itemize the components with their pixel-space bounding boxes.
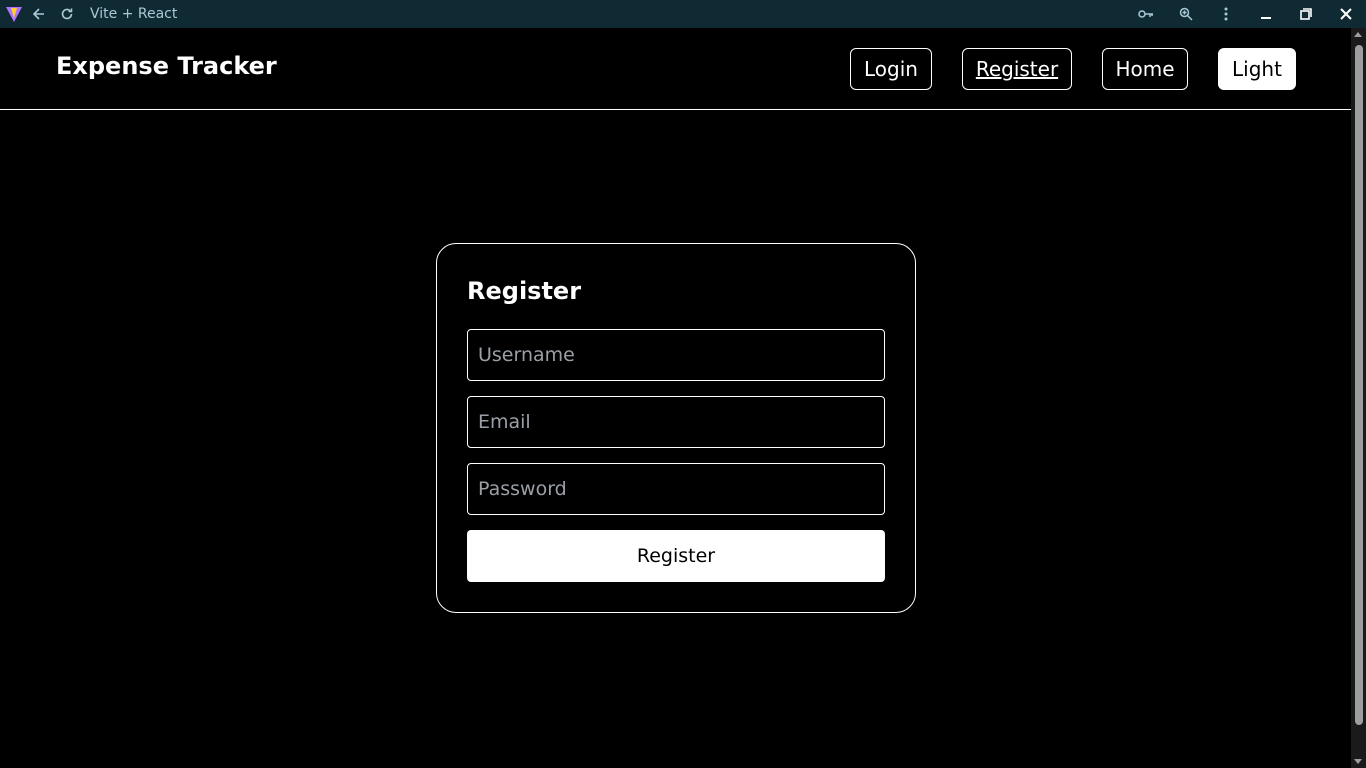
- register-submit-button[interactable]: Register: [467, 530, 885, 582]
- scroll-up-arrow-icon[interactable]: [1354, 32, 1362, 37]
- register-card: Register Register: [436, 243, 916, 613]
- browser-toolbar: Vite + React: [0, 0, 1366, 28]
- page-scrollbar[interactable]: [1351, 28, 1366, 768]
- password-key-button[interactable]: [1126, 0, 1166, 28]
- username-input[interactable]: [467, 329, 885, 381]
- back-icon: [32, 8, 44, 20]
- login-link[interactable]: Login: [850, 48, 932, 90]
- password-input[interactable]: [467, 463, 885, 515]
- maximize-button[interactable]: [1286, 0, 1326, 28]
- back-button[interactable]: [25, 0, 53, 28]
- scrollbar-thumb[interactable]: [1355, 45, 1363, 725]
- minimize-button[interactable]: [1246, 0, 1286, 28]
- zoom-icon: [1179, 7, 1193, 21]
- minimize-icon: [1261, 17, 1271, 19]
- vite-logo-icon: [3, 3, 25, 25]
- scroll-down-arrow-icon[interactable]: [1354, 759, 1362, 764]
- menu-icon: [1224, 7, 1228, 21]
- page-viewport: Expense Tracker Login Register Home Ligh…: [0, 28, 1351, 768]
- key-icon: [1138, 10, 1153, 18]
- navbar: Expense Tracker Login Register Home Ligh…: [0, 28, 1351, 110]
- theme-toggle-button[interactable]: Light: [1218, 48, 1296, 90]
- home-link[interactable]: Home: [1102, 48, 1188, 90]
- browser-menu-button[interactable]: [1206, 0, 1246, 28]
- close-icon: [1340, 8, 1352, 20]
- tab-title: Vite + React: [90, 6, 178, 22]
- brand-title: Expense Tracker: [56, 52, 277, 80]
- close-window-button[interactable]: [1326, 0, 1366, 28]
- register-link[interactable]: Register: [962, 48, 1072, 90]
- zoom-button[interactable]: [1166, 0, 1206, 28]
- reload-button[interactable]: [53, 0, 81, 28]
- maximize-icon: [1300, 8, 1312, 20]
- reload-icon: [61, 8, 73, 20]
- email-input[interactable]: [467, 396, 885, 448]
- register-heading: Register: [467, 277, 582, 305]
